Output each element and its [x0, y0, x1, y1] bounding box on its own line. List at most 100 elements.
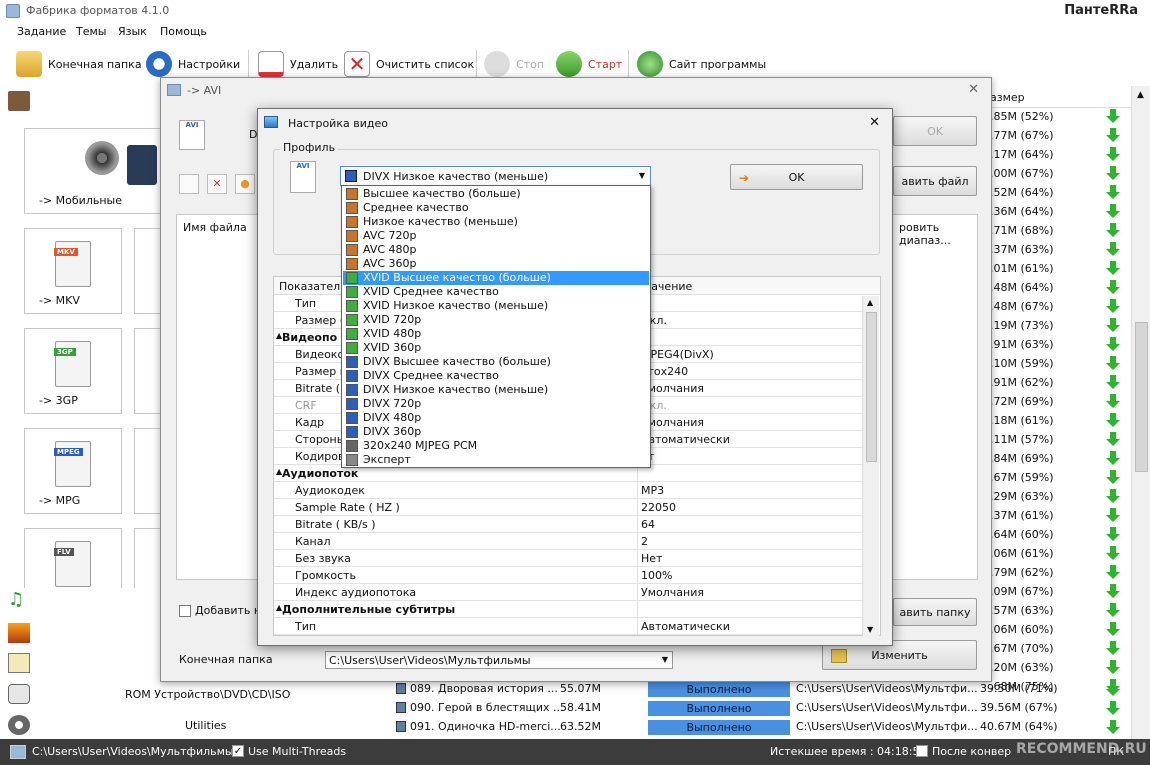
property-row[interactable]: Аудиокодек MP3 — [274, 482, 864, 499]
utilities-icon[interactable] — [8, 715, 30, 735]
settings-button[interactable]: Настройки — [146, 48, 240, 80]
dropdown-option[interactable]: XVID Среднее качество — [343, 285, 649, 299]
download-arrow-icon[interactable] — [1106, 451, 1120, 465]
dropdown-option[interactable]: XVID Высшее качество (больше) — [343, 271, 649, 285]
download-arrow-icon[interactable] — [1106, 356, 1120, 370]
dropdown-option[interactable]: XVID 360p — [343, 341, 649, 355]
document-category-icon[interactable] — [8, 653, 30, 673]
profile-select[interactable]: DIVX Низкое качество (меньше) ▼ — [340, 166, 651, 186]
download-arrow-icon[interactable] — [1106, 603, 1120, 617]
dropdown-option[interactable]: DIVX 720p — [343, 397, 649, 411]
tile-mkv[interactable]: MKV -> MKV — [24, 228, 122, 314]
add-folder-checkbox[interactable] — [179, 605, 191, 617]
tile-mobile[interactable]: -> Мобильные — [24, 128, 164, 214]
property-row[interactable]: Тип Автоматически — [274, 618, 864, 635]
after-conversion-checkbox[interactable] — [916, 745, 928, 757]
dropdown-option[interactable]: Низкое качество (меньше) — [343, 215, 649, 229]
add-folder-button[interactable]: авить папку — [893, 598, 977, 626]
download-arrow-icon[interactable] — [1106, 489, 1120, 503]
download-arrow-icon[interactable] — [1106, 660, 1120, 674]
dropdown-option[interactable]: XVID Низкое качество (меньше) — [343, 299, 649, 313]
download-arrow-icon[interactable] — [1106, 527, 1120, 541]
download-arrow-icon[interactable] — [1106, 299, 1120, 313]
delete-button[interactable]: Удалить — [258, 48, 338, 80]
download-arrow-icon[interactable] — [1106, 318, 1120, 332]
dropdown-option[interactable]: AVC 480p — [343, 243, 649, 257]
download-arrow-icon[interactable] — [1106, 546, 1120, 560]
dropdown-option[interactable]: DIVX Среднее качество — [343, 369, 649, 383]
dropdown-option[interactable]: DIVX 360p — [343, 425, 649, 439]
property-row[interactable]: Sample Rate ( HZ ) 22050 — [274, 499, 864, 516]
file-list-scrollbar[interactable]: ▲ — [1131, 86, 1150, 741]
stop-button[interactable]: Стоп — [484, 48, 544, 80]
dropdown-option[interactable]: 320x240 MJPEG PCM — [343, 439, 649, 453]
dropdown-option[interactable]: AVC 720p — [343, 229, 649, 243]
dest-folder-select[interactable]: C:\Users\User\Videos\Мультфильмы ▼ — [325, 651, 673, 669]
dropdown-option[interactable]: Среднее качество — [343, 201, 649, 215]
download-arrow-icon[interactable] — [1106, 223, 1120, 237]
start-button[interactable]: Старт — [556, 48, 622, 80]
audio-category-icon[interactable]: ♫ — [8, 590, 30, 610]
download-arrow-icon[interactable] — [1106, 622, 1120, 636]
website-button[interactable]: Сайт программы — [637, 48, 766, 80]
multi-threads-checkbox[interactable]: ✓ — [232, 745, 244, 757]
scrollbar-thumb[interactable] — [866, 312, 877, 462]
dropdown-option[interactable]: Эксперт — [343, 453, 649, 467]
output-folder-button[interactable]: Конечная папка — [16, 48, 142, 80]
file-name-header[interactable]: Имя файла — [183, 221, 247, 234]
download-arrow-icon[interactable] — [1106, 280, 1120, 294]
properties-scrollbar[interactable]: ▲ ▼ — [862, 296, 879, 636]
dropdown-option[interactable]: DIVX 480p — [343, 411, 649, 425]
utilities-label[interactable]: Utilities — [185, 719, 226, 732]
download-arrow-icon[interactable] — [1106, 720, 1120, 734]
dropdown-option[interactable]: Высшее качество (больше) — [343, 187, 649, 201]
clear-list-button[interactable]: ✕ Очистить список — [344, 48, 474, 80]
dropdown-option[interactable]: AVC 360p — [343, 257, 649, 271]
video-close-icon[interactable]: ✕ — [869, 115, 880, 130]
property-row[interactable]: Bitrate ( KB/s ) 64 — [274, 516, 864, 533]
dropdown-option[interactable]: DIVX Низкое качество (меньше) — [343, 383, 649, 397]
avi-close-icon[interactable]: ✕ — [968, 82, 979, 97]
download-arrow-icon[interactable] — [1106, 508, 1120, 522]
rom-device-label[interactable]: ROM Устройство\DVD\CD\ISO — [125, 688, 290, 701]
param-header[interactable]: Показатель — [279, 280, 347, 293]
video-category-icon[interactable] — [8, 91, 30, 111]
range-header[interactable]: ровить диапаз... — [899, 221, 977, 247]
download-arrow-icon[interactable] — [1106, 204, 1120, 218]
tile-mpg[interactable]: MPEG -> MPG — [24, 428, 122, 514]
download-arrow-icon[interactable] — [1106, 166, 1120, 180]
download-arrow-icon[interactable] — [1106, 565, 1120, 579]
property-row[interactable]: Канал 2 — [274, 533, 864, 550]
add-file-button[interactable]: авить файл — [893, 166, 977, 196]
disc-drive-icon[interactable] — [8, 684, 30, 704]
download-arrow-icon[interactable] — [1106, 242, 1120, 256]
download-arrow-icon[interactable] — [1106, 701, 1120, 715]
download-arrow-icon[interactable] — [1106, 147, 1120, 161]
scrollbar-thumb[interactable] — [1135, 322, 1148, 472]
download-arrow-icon[interactable] — [1106, 584, 1120, 598]
menu-themes[interactable]: Темы — [76, 25, 106, 38]
tile-3gp[interactable]: 3GP -> 3GP — [24, 328, 122, 414]
dropdown-option[interactable]: XVID 720p — [343, 313, 649, 327]
download-arrow-icon[interactable] — [1106, 641, 1120, 655]
download-arrow-icon[interactable] — [1106, 394, 1120, 408]
property-row[interactable]: Индекс аудиопотока Умолчания — [274, 584, 864, 601]
download-arrow-icon[interactable] — [1106, 432, 1120, 446]
download-arrow-icon[interactable] — [1106, 128, 1120, 142]
value-header[interactable]: начение — [644, 280, 692, 293]
property-row[interactable]: Без звука Нет — [274, 550, 864, 567]
menu-help[interactable]: Помощь — [160, 25, 207, 38]
download-arrow-icon[interactable] — [1106, 109, 1120, 123]
download-arrow-icon[interactable] — [1106, 470, 1120, 484]
menu-language[interactable]: Язык — [118, 25, 147, 38]
video-ok-button[interactable]: ➔ OK — [730, 164, 863, 190]
download-arrow-icon[interactable] — [1106, 682, 1120, 696]
dropdown-option[interactable]: XVID 480p — [343, 327, 649, 341]
menu-task[interactable]: Задание — [17, 25, 66, 38]
download-arrow-icon[interactable] — [1106, 261, 1120, 275]
tile-flv[interactable]: FLV — [24, 528, 122, 588]
size-column-header[interactable]: азмер — [986, 86, 1132, 108]
download-arrow-icon[interactable] — [1106, 185, 1120, 199]
property-category[interactable]: ▲ Дополнительные субтитры — [274, 601, 864, 618]
play-item-icon[interactable]: ● — [235, 174, 255, 194]
